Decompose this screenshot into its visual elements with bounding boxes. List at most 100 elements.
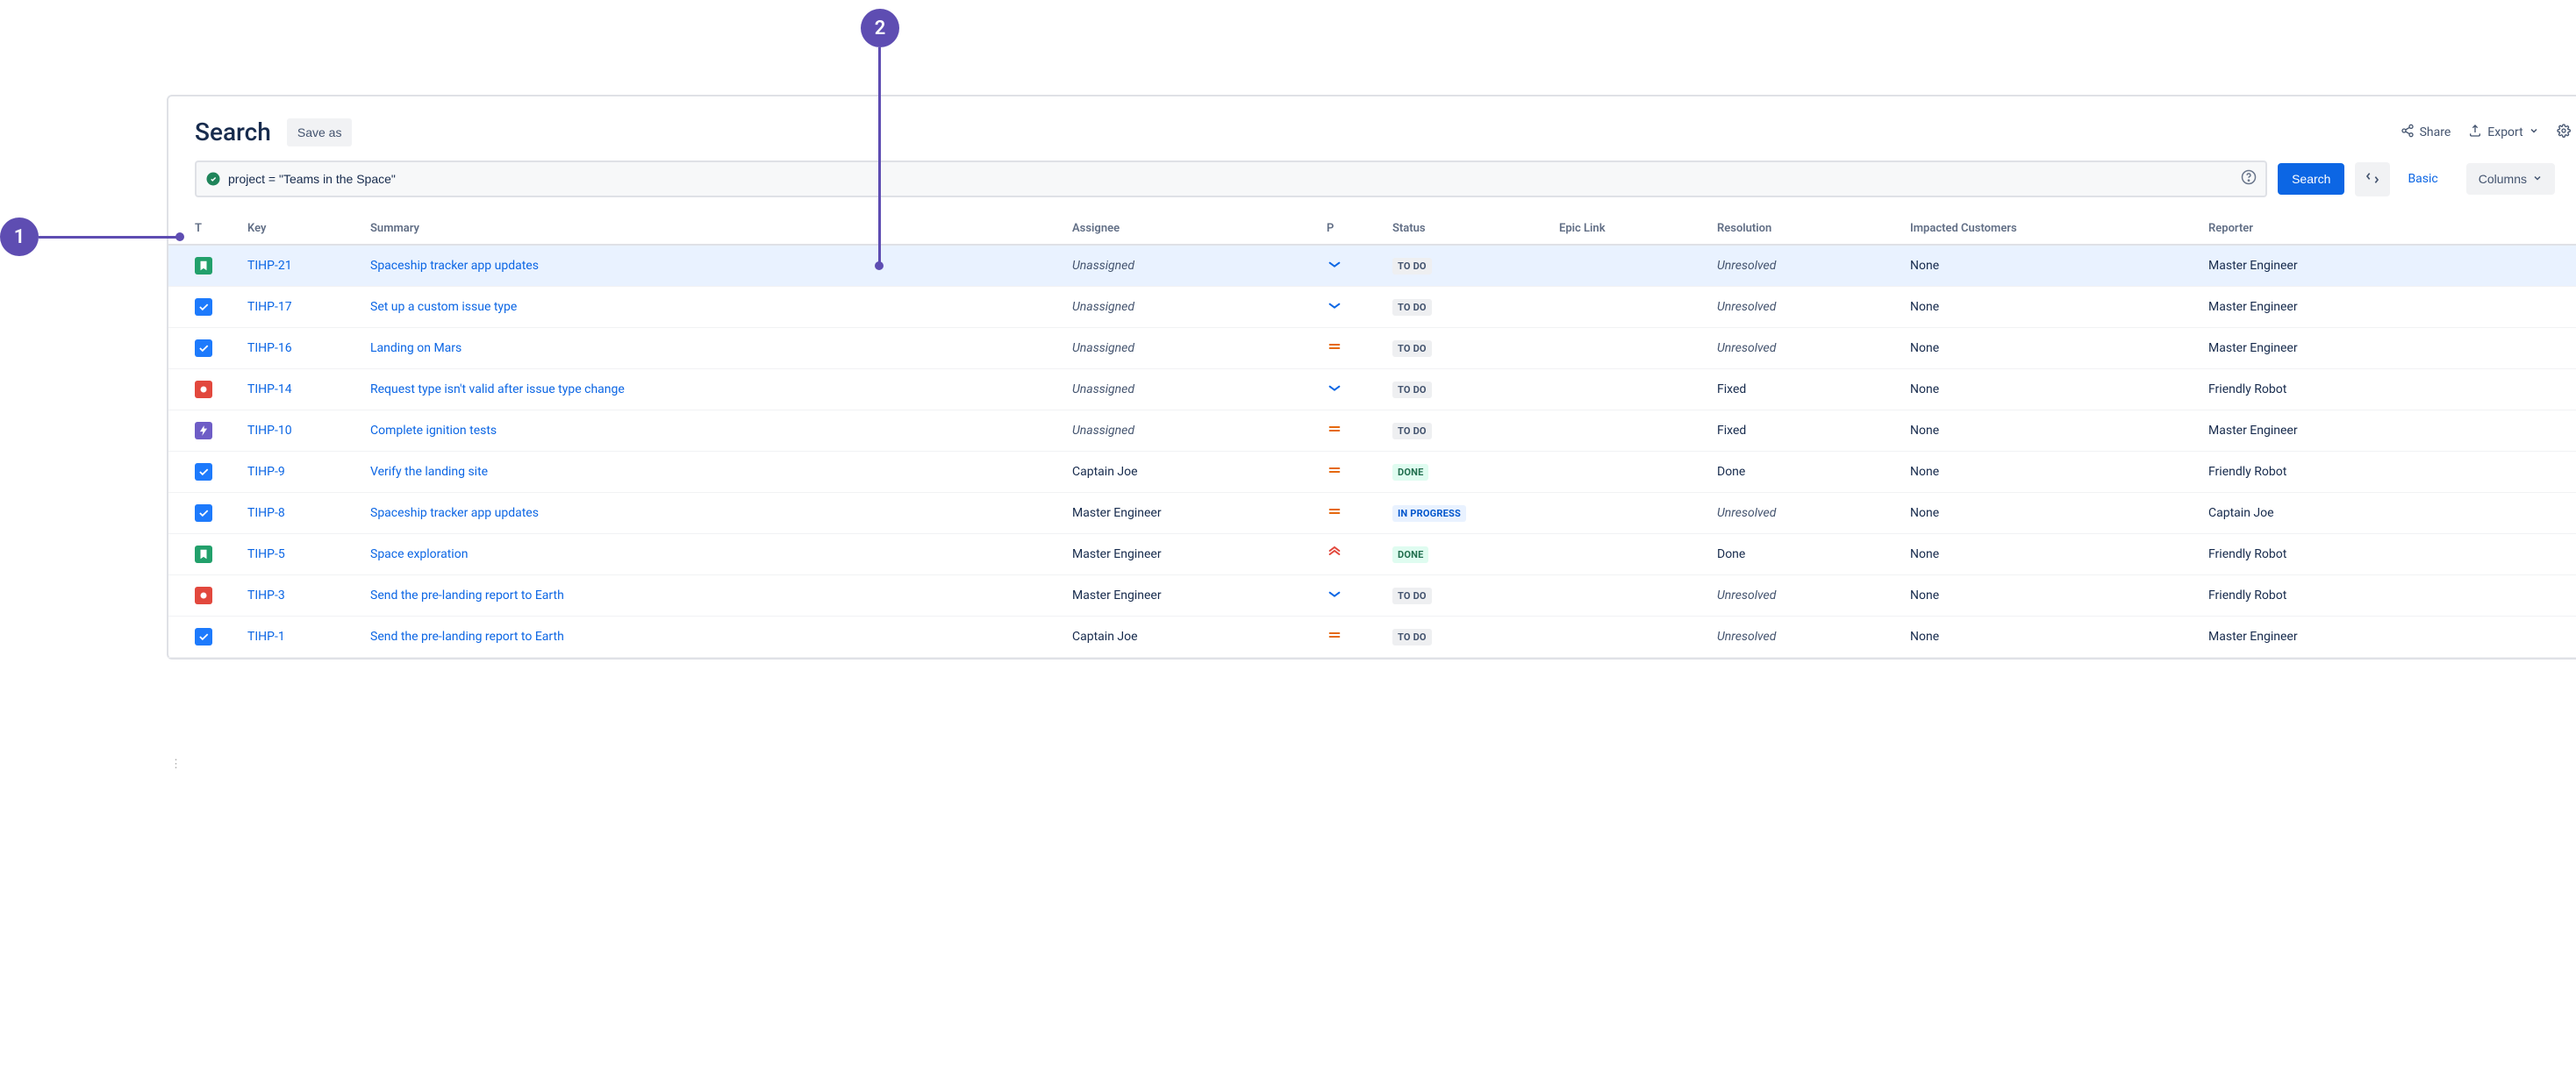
status-badge: DONE bbox=[1392, 546, 1428, 563]
col-epic[interactable]: Epic Link bbox=[1559, 222, 1717, 235]
status-badge: IN PROGRESS bbox=[1392, 505, 1466, 522]
issue-summary-link[interactable]: Spaceship tracker app updates bbox=[370, 259, 1072, 273]
status-cell: TO DO bbox=[1392, 382, 1559, 398]
assignee-cell: Captain Joe bbox=[1072, 465, 1327, 479]
table-row[interactable]: TIHP-3Send the pre-landing report to Ear… bbox=[168, 575, 2576, 617]
reporter-cell: Master Engineer bbox=[2208, 424, 2559, 438]
drag-handle-icon[interactable]: ⋮ bbox=[170, 758, 182, 771]
issue-summary-link[interactable]: Send the pre-landing report to Earth bbox=[370, 630, 1072, 644]
col-priority[interactable]: P bbox=[1327, 222, 1392, 235]
col-resolution[interactable]: Resolution bbox=[1717, 222, 1910, 235]
status-badge: TO DO bbox=[1392, 629, 1432, 645]
issue-key-link[interactable]: TIHP-14 bbox=[247, 382, 370, 396]
impacted-cell: None bbox=[1910, 259, 2208, 273]
table-row[interactable]: TIHP-21Spaceship tracker app updatesUnas… bbox=[168, 246, 2576, 287]
col-impacted[interactable]: Impacted Customers bbox=[1910, 222, 2208, 235]
col-assignee[interactable]: Assignee bbox=[1072, 222, 1327, 235]
impacted-cell: None bbox=[1910, 588, 2208, 603]
export-button[interactable]: Export bbox=[2459, 118, 2547, 146]
issue-key-link[interactable]: TIHP-21 bbox=[247, 259, 370, 273]
col-type[interactable]: T bbox=[195, 222, 247, 235]
share-button[interactable]: Share bbox=[2392, 118, 2460, 146]
reporter-cell: Master Engineer bbox=[2208, 630, 2559, 644]
col-reporter[interactable]: Reporter bbox=[2208, 222, 2559, 235]
resolution-cell: Unresolved bbox=[1717, 341, 1910, 355]
col-key[interactable]: Key bbox=[247, 222, 370, 235]
issue-key-link[interactable]: TIHP-8 bbox=[247, 506, 370, 520]
issue-key-link[interactable]: TIHP-17 bbox=[247, 300, 370, 314]
col-status[interactable]: Status bbox=[1392, 222, 1559, 235]
issue-summary-link[interactable]: Space exploration bbox=[370, 547, 1072, 561]
reporter-cell: Master Engineer bbox=[2208, 341, 2559, 355]
reporter-cell: Master Engineer bbox=[2208, 300, 2559, 314]
query-row: Search Basic Columns bbox=[168, 160, 2576, 213]
issue-type-icon bbox=[195, 298, 247, 316]
resolution-cell: Done bbox=[1717, 465, 1910, 479]
resolution-cell: Unresolved bbox=[1717, 259, 1910, 273]
table-row[interactable]: TIHP-9Verify the landing siteCaptain Joe… bbox=[168, 452, 2576, 493]
callout-2: 2 bbox=[861, 9, 899, 47]
assignee-cell: Unassigned bbox=[1072, 382, 1327, 396]
reporter-cell: Friendly Robot bbox=[2208, 382, 2559, 396]
issue-key-link[interactable]: TIHP-10 bbox=[247, 424, 370, 438]
search-button[interactable]: Search bbox=[2278, 163, 2344, 195]
status-cell: DONE bbox=[1392, 464, 1559, 481]
priority-icon bbox=[1327, 628, 1392, 645]
status-cell: IN PROGRESS bbox=[1392, 505, 1559, 522]
issue-key-link[interactable]: TIHP-3 bbox=[247, 588, 370, 603]
issue-summary-link[interactable]: Send the pre-landing report to Earth bbox=[370, 588, 1072, 603]
tools-button[interactable]: Tools bbox=[2548, 118, 2576, 146]
table-row[interactable]: TIHP-5Space explorationMaster Engineer DO… bbox=[168, 534, 2576, 575]
issue-type-icon bbox=[195, 257, 247, 275]
priority-icon bbox=[1327, 587, 1392, 604]
issue-type-icon bbox=[195, 422, 247, 439]
jql-input-wrap[interactable] bbox=[195, 160, 2267, 197]
save-as-button[interactable]: Save as bbox=[287, 118, 353, 146]
help-icon[interactable] bbox=[2241, 169, 2257, 189]
table-row[interactable]: TIHP-1Send the pre-landing report to Ear… bbox=[168, 617, 2576, 658]
issue-type-icon bbox=[195, 628, 247, 645]
issue-summary-link[interactable]: Landing on Mars bbox=[370, 341, 1072, 355]
issue-key-link[interactable]: TIHP-16 bbox=[247, 341, 370, 355]
jql-input[interactable] bbox=[228, 172, 2241, 186]
resolution-cell: Unresolved bbox=[1717, 630, 1910, 644]
callout-1: 1 bbox=[0, 218, 39, 256]
table-row[interactable]: TIHP-8Spaceship tracker app updatesMaste… bbox=[168, 493, 2576, 534]
priority-icon bbox=[1327, 298, 1392, 316]
issue-summary-link[interactable]: Complete ignition tests bbox=[370, 424, 1072, 438]
resolution-cell: Fixed bbox=[1717, 424, 1910, 438]
table-row[interactable]: TIHP-14Request type isn't valid after is… bbox=[168, 369, 2576, 410]
col-summary[interactable]: Summary bbox=[370, 222, 1072, 235]
resolution-cell: Done bbox=[1717, 547, 1910, 561]
table-row[interactable]: TIHP-16Landing on MarsUnassignedTO DOUnr… bbox=[168, 328, 2576, 369]
assignee-cell: Master Engineer bbox=[1072, 547, 1327, 561]
issue-key-link[interactable]: TIHP-1 bbox=[247, 630, 370, 644]
status-badge: TO DO bbox=[1392, 258, 1432, 275]
chevron-down-icon bbox=[2529, 125, 2539, 139]
status-cell: DONE bbox=[1392, 546, 1559, 563]
issue-key-link[interactable]: TIHP-5 bbox=[247, 547, 370, 561]
status-badge: TO DO bbox=[1392, 382, 1432, 398]
issue-key-link[interactable]: TIHP-9 bbox=[247, 465, 370, 479]
issue-summary-link[interactable]: Verify the landing site bbox=[370, 465, 1072, 479]
status-cell: TO DO bbox=[1392, 588, 1559, 604]
status-cell: TO DO bbox=[1392, 423, 1559, 439]
page-title: Search bbox=[195, 118, 271, 146]
issue-summary-link[interactable]: Set up a custom issue type bbox=[370, 300, 1072, 314]
basic-link[interactable]: Basic bbox=[2401, 172, 2444, 186]
switch-mode-button[interactable] bbox=[2355, 162, 2390, 196]
status-cell: TO DO bbox=[1392, 340, 1559, 357]
valid-query-icon bbox=[205, 171, 221, 187]
issue-type-icon bbox=[195, 381, 247, 398]
columns-button[interactable]: Columns bbox=[2466, 163, 2555, 195]
issue-summary-link[interactable]: Request type isn't valid after issue typ… bbox=[370, 382, 1072, 396]
status-badge: TO DO bbox=[1392, 588, 1432, 604]
share-icon bbox=[2401, 124, 2415, 141]
export-label: Export bbox=[2487, 125, 2522, 139]
issue-summary-link[interactable]: Spaceship tracker app updates bbox=[370, 506, 1072, 520]
table-row[interactable]: TIHP-10Complete ignition testsUnassigned… bbox=[168, 410, 2576, 452]
callout-1-line bbox=[39, 236, 179, 239]
impacted-cell: None bbox=[1910, 506, 2208, 520]
table-row[interactable]: TIHP-17Set up a custom issue typeUnassig… bbox=[168, 287, 2576, 328]
status-badge: TO DO bbox=[1392, 299, 1432, 316]
